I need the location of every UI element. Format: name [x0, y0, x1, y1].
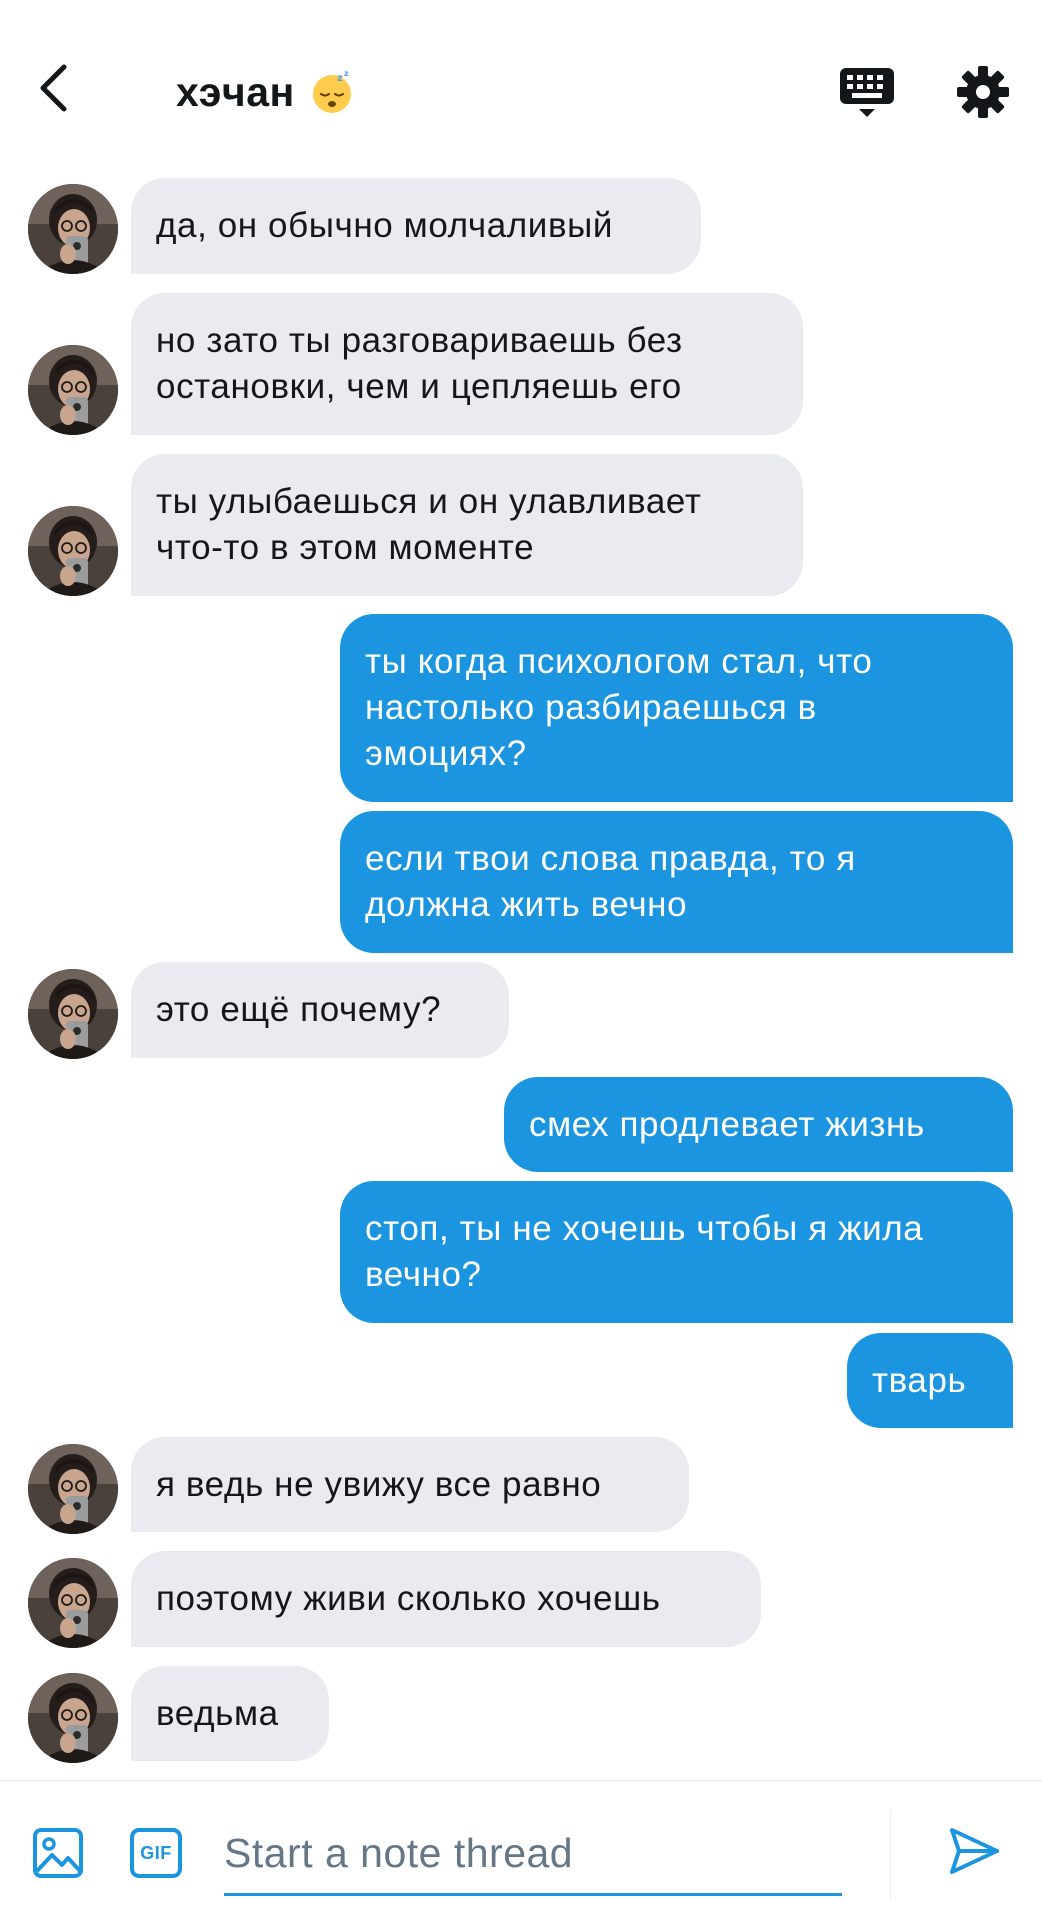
message-bubble: смех продлевает жизнь: [504, 1077, 1013, 1172]
message-bubble: поэтому живи сколько хочешь: [131, 1551, 761, 1647]
send-button[interactable]: [946, 1823, 1002, 1879]
note-thread-input[interactable]: [224, 1813, 842, 1896]
message-bubble: это ещё почему?: [131, 962, 509, 1058]
avatar[interactable]: [28, 1673, 118, 1763]
add-gif-button[interactable]: GIF: [129, 1827, 183, 1879]
composer-bar: GIF: [0, 1780, 1042, 1921]
send-icon: [950, 1828, 999, 1874]
avatar[interactable]: [28, 969, 118, 1059]
message-bubble: но зато ты разговариваешь без остановки,…: [131, 293, 803, 435]
avatar-image: [28, 184, 118, 274]
composer-divider: [890, 1811, 891, 1899]
avatar[interactable]: [28, 184, 118, 274]
message-bubble: ты улыбаешься и он улавливает что-то в э…: [131, 454, 803, 596]
avatar[interactable]: [28, 506, 118, 596]
message-bubble: если твои слова правда, то я должна жить…: [340, 811, 1013, 953]
avatar-image: [28, 1673, 118, 1763]
avatar[interactable]: [28, 1558, 118, 1648]
message-bubble: ты когда психологом стал, что настолько …: [340, 614, 1013, 802]
message-bubble: да, он обычно молчаливый: [131, 178, 701, 274]
avatar-image: [28, 1444, 118, 1534]
message-list: да, он обычно молчаливый но зато ты разг…: [0, 0, 1042, 1780]
avatar-image: [28, 1558, 118, 1648]
add-photo-button[interactable]: [32, 1827, 84, 1879]
message-bubble: тварь: [847, 1333, 1013, 1428]
message-bubble: я ведь не увижу все равно: [131, 1437, 689, 1532]
avatar-image: [28, 969, 118, 1059]
image-icon: [33, 1828, 83, 1878]
message-bubble: ведьма: [131, 1666, 329, 1761]
avatar-image: [28, 506, 118, 596]
message-bubble: стоп, ты не хочешь чтобы я жила вечно?: [340, 1181, 1013, 1323]
avatar[interactable]: [28, 1444, 118, 1534]
gif-label: GIF: [140, 1842, 172, 1863]
avatar[interactable]: [28, 345, 118, 435]
avatar-image: [28, 345, 118, 435]
